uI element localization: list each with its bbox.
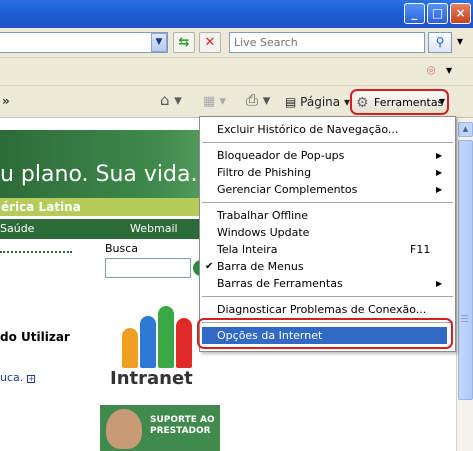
grip-icon	[461, 315, 468, 316]
menu-item-diagnose-connection[interactable]: Diagnosticar Problemas de Conexão...	[200, 301, 455, 318]
title-bar: _ □ ×	[0, 0, 473, 28]
banner-slogan: u plano. Sua vida.	[0, 162, 198, 187]
content-link[interactable]: uca. +	[0, 371, 36, 384]
submenu-arrow-icon: ▶	[436, 185, 443, 194]
menu-item-toolbars[interactable]: Barras de Ferramentas ▶	[200, 275, 455, 292]
site-banner: u plano. Sua vida.	[0, 130, 226, 198]
gear-icon: ⚙	[356, 95, 369, 111]
tools-menu: Excluir Histórico de Navegação... Bloque…	[199, 116, 456, 352]
tools-menu-button[interactable]: ⚙ Ferramentas ▼	[350, 89, 449, 115]
support-photo	[106, 409, 142, 449]
submenu-arrow-icon: ▶	[436, 151, 443, 160]
grip-icon	[461, 321, 468, 322]
page-menu-button[interactable]: ▤ Página ▾	[285, 94, 350, 110]
menu-item-full-screen[interactable]: Tela Inteira F11	[200, 241, 455, 258]
figure-icon	[140, 316, 156, 368]
menu-item-work-offline[interactable]: Trabalhar Offline	[200, 207, 455, 224]
intranet-label: Intranet	[110, 368, 193, 389]
page-label: Página	[300, 95, 341, 109]
submenu-arrow-icon: ▶	[436, 168, 443, 177]
menu-separator	[202, 142, 453, 143]
search-input[interactable]	[229, 32, 425, 53]
figure-icon	[158, 306, 174, 368]
chevron-down-icon[interactable]: ▼	[151, 33, 167, 52]
scroll-up-icon[interactable]: ▲	[458, 122, 473, 137]
internet-options-highlight	[197, 318, 453, 349]
chevron-right-icon[interactable]: »	[2, 94, 10, 108]
figure-icon	[122, 328, 138, 368]
menu-item-delete-history[interactable]: Excluir Histórico de Navegação...	[200, 121, 455, 138]
content-link-text: uca.	[0, 371, 24, 384]
home-icon[interactable]: ⌂ ▾	[160, 92, 182, 108]
command-bar: » ⌂ ▾ ▦ ▾ ⎙ ▾ ▤ Página ▾ ⚙ Ferramentas ▼	[0, 86, 473, 118]
close-button[interactable]: ×	[450, 3, 471, 24]
favorites-toolbar: ⌾ ▼	[0, 58, 473, 86]
feed-dropdown-icon[interactable]: ▼	[446, 66, 452, 75]
support-banner-text: SUPORTE AO PRESTADOR	[150, 415, 215, 436]
vertical-scrollbar[interactable]: ▲	[456, 118, 473, 451]
feed-icon[interactable]: ⌾	[427, 63, 435, 79]
site-search-input[interactable]	[105, 258, 191, 278]
menu-separator	[202, 296, 453, 297]
refresh-go-icon[interactable]: ⇆	[173, 32, 195, 53]
menu-separator	[202, 202, 453, 203]
page-icon: ▤	[285, 95, 297, 109]
search-options-dropdown-icon[interactable]: ▼	[453, 32, 467, 53]
grip-icon	[461, 318, 468, 319]
tools-dropdown-icon: ▼	[439, 97, 446, 106]
region-label: érica Latina	[0, 198, 226, 216]
menu-item-popup-blocker[interactable]: Bloqueador de Pop-ups ▶	[200, 147, 455, 164]
minimize-button[interactable]: _	[404, 3, 425, 24]
site-nav: Saúde Webmail	[0, 219, 226, 239]
maximize-button[interactable]: □	[427, 3, 448, 24]
nav-link-saude[interactable]: Saúde	[0, 219, 34, 239]
print-icon[interactable]: ⎙ ▾	[246, 92, 270, 108]
tools-label: Ferramentas	[374, 96, 444, 109]
check-icon: ✔	[205, 261, 214, 272]
divider	[0, 251, 72, 253]
nav-link-webmail[interactable]: Webmail	[130, 219, 178, 239]
rss-icon[interactable]: ▦ ▾	[203, 94, 226, 110]
menu-item-windows-update[interactable]: Windows Update	[200, 224, 455, 241]
submenu-arrow-icon: ▶	[436, 279, 443, 288]
stop-icon[interactable]: ✕	[199, 32, 221, 53]
address-toolbar: ▼ ⇆ ✕ ⚲ ▼	[0, 28, 473, 58]
address-input[interactable]	[0, 32, 168, 53]
scroll-thumb[interactable]	[458, 140, 473, 400]
menu-item-phishing-filter[interactable]: Filtro de Phishing ▶	[200, 164, 455, 181]
menu-item-menu-bar[interactable]: ✔ Barra de Menus	[200, 258, 455, 275]
support-banner[interactable]: SUPORTE AO PRESTADOR	[100, 405, 220, 451]
expand-icon: +	[27, 375, 36, 383]
figure-icon	[176, 318, 192, 368]
site-search-label: Busca	[105, 242, 139, 255]
menu-item-manage-addons[interactable]: Gerenciar Complementos ▶	[200, 181, 455, 198]
content-heading: do Utilizar	[0, 330, 70, 344]
search-icon[interactable]: ⚲	[428, 32, 452, 53]
